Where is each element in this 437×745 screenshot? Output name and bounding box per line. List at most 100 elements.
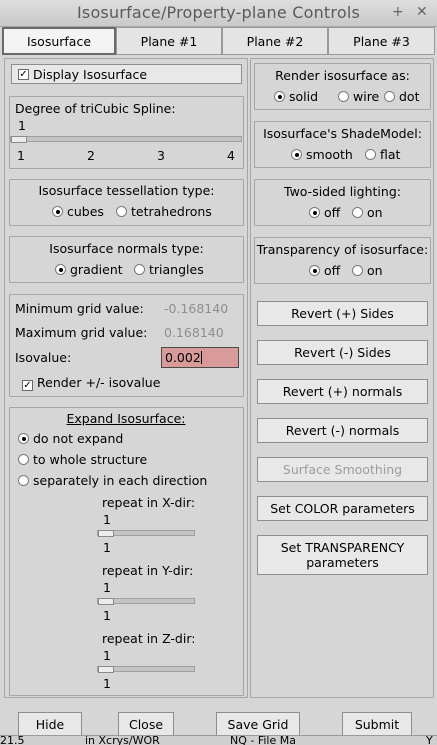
spline-slider-handle[interactable] <box>11 136 27 143</box>
revert-plus-sides-button[interactable]: Revert (+) Sides <box>257 301 428 326</box>
radio-icon[interactable] <box>55 264 66 275</box>
shade-flat[interactable]: flat <box>365 147 400 162</box>
option-label: smooth <box>306 147 353 162</box>
set-transparency-label: parameters <box>306 555 379 570</box>
taskbar: 21.5 in Xcrys/WOR NQ - File Ma Y <box>0 735 437 745</box>
radio-icon[interactable] <box>52 206 63 217</box>
render-pm-checkbox[interactable]: ✓ <box>22 380 33 391</box>
expand-panel <box>9 407 244 696</box>
radio-icon[interactable] <box>18 454 29 465</box>
repeat-x-label: repeat in X-dir: <box>102 495 196 510</box>
two-sided-off[interactable]: off <box>309 205 340 220</box>
option-label: on <box>367 205 383 220</box>
repeat-y-label: repeat in Y-dir: <box>102 563 194 578</box>
repeat-x-slider-handle[interactable] <box>98 530 114 537</box>
transparency-title: Transparency of isosurface: <box>256 242 429 257</box>
normals-title: Isosurface normals type: <box>49 241 204 256</box>
repeat-y-slider-handle[interactable] <box>98 598 114 605</box>
render-as-solid[interactable]: solid <box>274 89 318 104</box>
two-sided-on[interactable]: on <box>352 205 383 220</box>
set-color-button[interactable]: Set COLOR parameters <box>257 496 428 521</box>
taskbar-item[interactable]: 21.5 <box>0 736 25 745</box>
option-label: flat <box>380 147 401 162</box>
set-transparency-label: Set TRANSPARENCY <box>280 540 405 555</box>
radio-icon[interactable] <box>352 265 363 276</box>
save-grid-button[interactable]: Save Grid <box>216 712 300 736</box>
plus-icon[interactable]: + <box>392 4 404 20</box>
radio-icon[interactable] <box>116 206 127 217</box>
close-button[interactable]: Close <box>118 712 174 736</box>
render-as-panel: Render isosurface as: solid wire dot <box>254 63 431 110</box>
tessellation-option-cubes[interactable]: cubes <box>52 204 104 219</box>
display-isosurface-checkbox[interactable]: ✓ <box>18 68 29 80</box>
spline-tick: 4 <box>227 148 235 163</box>
option-label: do not expand <box>33 431 124 446</box>
tab-plane-1[interactable]: Plane #1 <box>116 27 222 55</box>
option-label: to whole structure <box>33 452 148 467</box>
radio-icon[interactable] <box>384 91 395 102</box>
render-as-wire[interactable]: wire <box>338 89 379 104</box>
revert-minus-normals-button[interactable]: Revert (-) normals <box>257 418 428 443</box>
revert-plus-normals-button[interactable]: Revert (+) normals <box>257 379 428 404</box>
radio-icon[interactable] <box>134 264 145 275</box>
tab-plane-2[interactable]: Plane #2 <box>222 27 328 55</box>
repeat-y-slider[interactable] <box>97 598 195 605</box>
option-label: solid <box>289 89 319 104</box>
hide-button[interactable]: Hide <box>18 712 82 736</box>
radio-icon[interactable] <box>352 207 363 218</box>
expand-option-whole[interactable]: to whole structure <box>18 452 147 467</box>
max-grid-value: 0.168140 <box>164 325 224 340</box>
repeat-z-value: 1 <box>103 648 111 663</box>
option-label: triangles <box>149 262 204 277</box>
radio-icon[interactable] <box>291 149 302 160</box>
radio-icon[interactable] <box>365 149 376 160</box>
option-label: off <box>324 263 341 278</box>
radio-icon[interactable] <box>338 91 349 102</box>
submit-button[interactable]: Submit <box>342 712 412 736</box>
taskbar-item[interactable]: Y <box>426 736 433 745</box>
taskbar-item[interactable]: in Xcrys/WOR <box>85 736 160 745</box>
spline-value: 1 <box>18 118 26 133</box>
radio-icon[interactable] <box>309 207 320 218</box>
normals-option-gradient[interactable]: gradient <box>55 262 123 277</box>
radio-icon[interactable] <box>18 433 29 444</box>
repeat-x-min: 1 <box>103 540 111 555</box>
isovalue-text: 0.002 <box>165 350 201 365</box>
min-grid-label: Minimum grid value: <box>15 301 144 316</box>
isovalue-label: Isovalue: <box>15 350 72 365</box>
render-pm-isovalue[interactable]: ✓ Render +/- isovalue <box>22 375 160 391</box>
repeat-x-slider[interactable] <box>97 530 195 537</box>
expand-option-none[interactable]: do not expand <box>18 431 123 446</box>
close-icon[interactable]: ✕ <box>416 4 428 20</box>
isovalue-input[interactable]: 0.002 <box>161 347 239 368</box>
tab-isosurface[interactable]: Isosurface <box>2 27 116 55</box>
radio-icon[interactable] <box>309 265 320 276</box>
radio-icon[interactable] <box>274 91 285 102</box>
surface-smoothing-button[interactable]: Surface Smoothing <box>257 457 428 482</box>
shade-model-title: Isosurface's ShadeModel: <box>263 126 422 141</box>
repeat-z-slider[interactable] <box>97 666 195 673</box>
repeat-z-slider-handle[interactable] <box>98 666 114 673</box>
tab-plane-3[interactable]: Plane #3 <box>328 27 435 55</box>
spline-tick: 2 <box>87 148 95 163</box>
tessellation-option-tetrahedrons[interactable]: tetrahedrons <box>116 204 212 219</box>
expand-option-separately[interactable]: separately in each direction <box>18 473 207 488</box>
normals-option-triangles[interactable]: triangles <box>134 262 204 277</box>
spline-title: Degree of triCubic Spline: <box>15 101 176 116</box>
spline-slider[interactable] <box>10 136 242 143</box>
bottom-bar: Hide Close Save Grid Submit <box>0 710 437 736</box>
shade-smooth[interactable]: smooth <box>291 147 353 162</box>
tab-bar: Isosurface Plane #1 Plane #2 Plane #3 <box>0 27 437 55</box>
revert-minus-sides-button[interactable]: Revert (-) Sides <box>257 340 428 365</box>
radio-icon[interactable] <box>18 475 29 486</box>
render-as-dot[interactable]: dot <box>384 89 419 104</box>
window-title: Isosurface/Property-plane Controls <box>76 3 360 22</box>
text-caret <box>200 351 202 364</box>
display-isosurface-toggle[interactable]: ✓ Display Isosurface <box>11 64 242 84</box>
transparency-on[interactable]: on <box>352 263 383 278</box>
taskbar-item[interactable]: NQ - File Ma <box>230 736 296 745</box>
title-bar[interactable]: Isosurface/Property-plane Controls + ✕ <box>0 0 437 27</box>
normals-panel: Isosurface normals type: gradient triang… <box>9 236 244 283</box>
transparency-off[interactable]: off <box>309 263 340 278</box>
set-transparency-button[interactable]: Set TRANSPARENCY parameters <box>257 535 428 575</box>
